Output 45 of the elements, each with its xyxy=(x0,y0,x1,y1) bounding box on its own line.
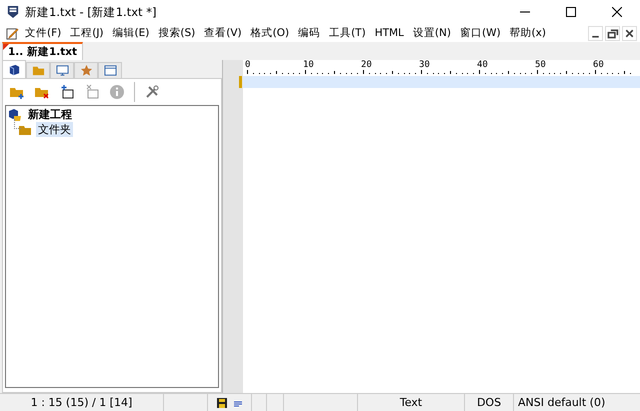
menu-item[interactable]: 窗口(W) xyxy=(460,26,501,40)
mdi-minimize-icon[interactable] xyxy=(588,26,603,40)
window-title: 新建1.txt - [新建1.txt *] xyxy=(25,4,156,20)
menu-item[interactable]: HTML xyxy=(374,27,404,39)
menu-item[interactable]: 格式(O) xyxy=(250,26,290,40)
app-icon xyxy=(7,5,19,19)
ruler-label: 20 xyxy=(361,60,372,70)
menu-item[interactable]: 查看(V) xyxy=(204,26,242,40)
monitor-icon xyxy=(56,64,68,77)
add-file-icon[interactable] xyxy=(59,84,75,100)
ruler-label: 30 xyxy=(419,60,430,70)
menu-item[interactable]: 文件(F) xyxy=(25,26,62,40)
window-icon xyxy=(104,64,116,77)
tree-item[interactable]: 新建工程 xyxy=(26,107,74,122)
cursor-position: 1 : 15 (15) / 1 [14] xyxy=(0,394,164,411)
mdi-close-icon[interactable] xyxy=(622,26,637,40)
window-tab[interactable] xyxy=(98,62,122,78)
line-ending: DOS xyxy=(465,394,514,411)
menu-item[interactable]: 帮助(x) xyxy=(510,26,546,40)
project-icon xyxy=(8,108,22,122)
ruler-label: 40 xyxy=(477,60,488,70)
menu-item[interactable]: 编码 xyxy=(298,26,320,40)
text-cursor xyxy=(239,76,242,88)
ruler-label: 60 xyxy=(593,60,604,70)
ruler-label: 0 xyxy=(245,60,250,70)
document-tab[interactable]: 1.. 新建1.txt xyxy=(2,42,84,60)
menu-item[interactable]: 编辑(E) xyxy=(112,26,150,40)
encoding: ANSI default (0) xyxy=(517,395,606,411)
menu-item[interactable]: 工程(J) xyxy=(70,26,104,40)
project-tab[interactable] xyxy=(2,60,26,78)
save-icon[interactable] xyxy=(216,398,226,408)
favorite-tab[interactable] xyxy=(74,62,98,78)
menu-item[interactable]: 工具(T) xyxy=(329,26,366,40)
ruler-label: 10 xyxy=(303,60,314,70)
cube-icon xyxy=(8,63,20,76)
ftp-tab[interactable] xyxy=(50,62,74,78)
menu-item[interactable]: 搜索(S) xyxy=(158,26,196,40)
tools-icon[interactable] xyxy=(144,84,160,100)
file-type: Text xyxy=(358,394,465,411)
notepad-icon xyxy=(6,26,19,40)
star-icon xyxy=(80,64,92,77)
tree-item[interactable]: 文件夹 xyxy=(36,122,73,137)
menu-item[interactable]: 设置(N) xyxy=(412,26,451,40)
mdi-restore-icon[interactable] xyxy=(605,26,620,40)
ruler-label: 50 xyxy=(535,60,546,70)
